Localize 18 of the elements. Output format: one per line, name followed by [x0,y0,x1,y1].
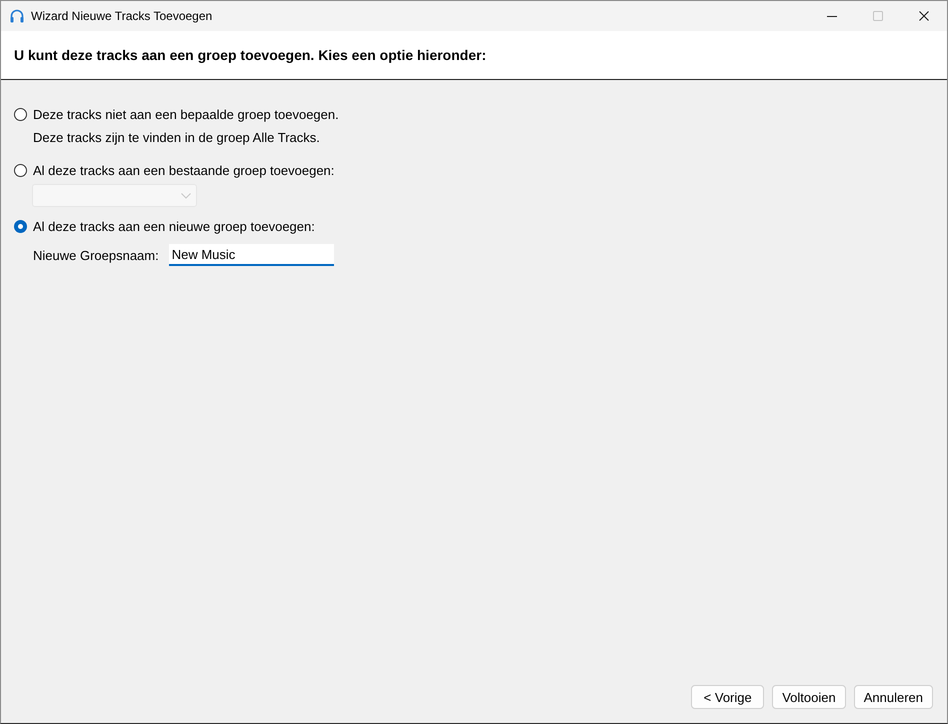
wizard-button[interactable]: < Vorige [691,685,764,709]
option-label[interactable]: Al deze tracks aan een bestaande groep toevoegen: [33,162,334,178]
close-icon [919,11,929,21]
header-instruction: U kunt deze tracks aan een groep toevoegen. Kies een optie hieronder: [14,47,486,63]
option-label[interactable]: Deze tracks niet aan een bepaalde groep toevoegen. [33,106,339,122]
option-label[interactable]: Al deze tracks aan een nieuwe groep toevoegen: [33,218,315,234]
field-label: Nieuwe Groepsnaam: [33,248,159,262]
option-note: Deze tracks zijn te vinden in de groep Alle Tracks. [33,130,320,146]
radio-button[interactable] [14,220,27,232]
maximize-icon [873,11,883,21]
wizard-button[interactable]: Voltooien [772,685,846,709]
radio-button[interactable] [14,164,27,176]
radio-button[interactable] [14,108,27,120]
group-name-input[interactable]: New Music [168,244,334,266]
wizard-button[interactable]: Annuleren [854,685,933,709]
chevron-down-icon [181,192,191,198]
headphones-icon [9,8,25,24]
window-title: Wizard Nieuwe Tracks Toevoegen [31,9,214,23]
